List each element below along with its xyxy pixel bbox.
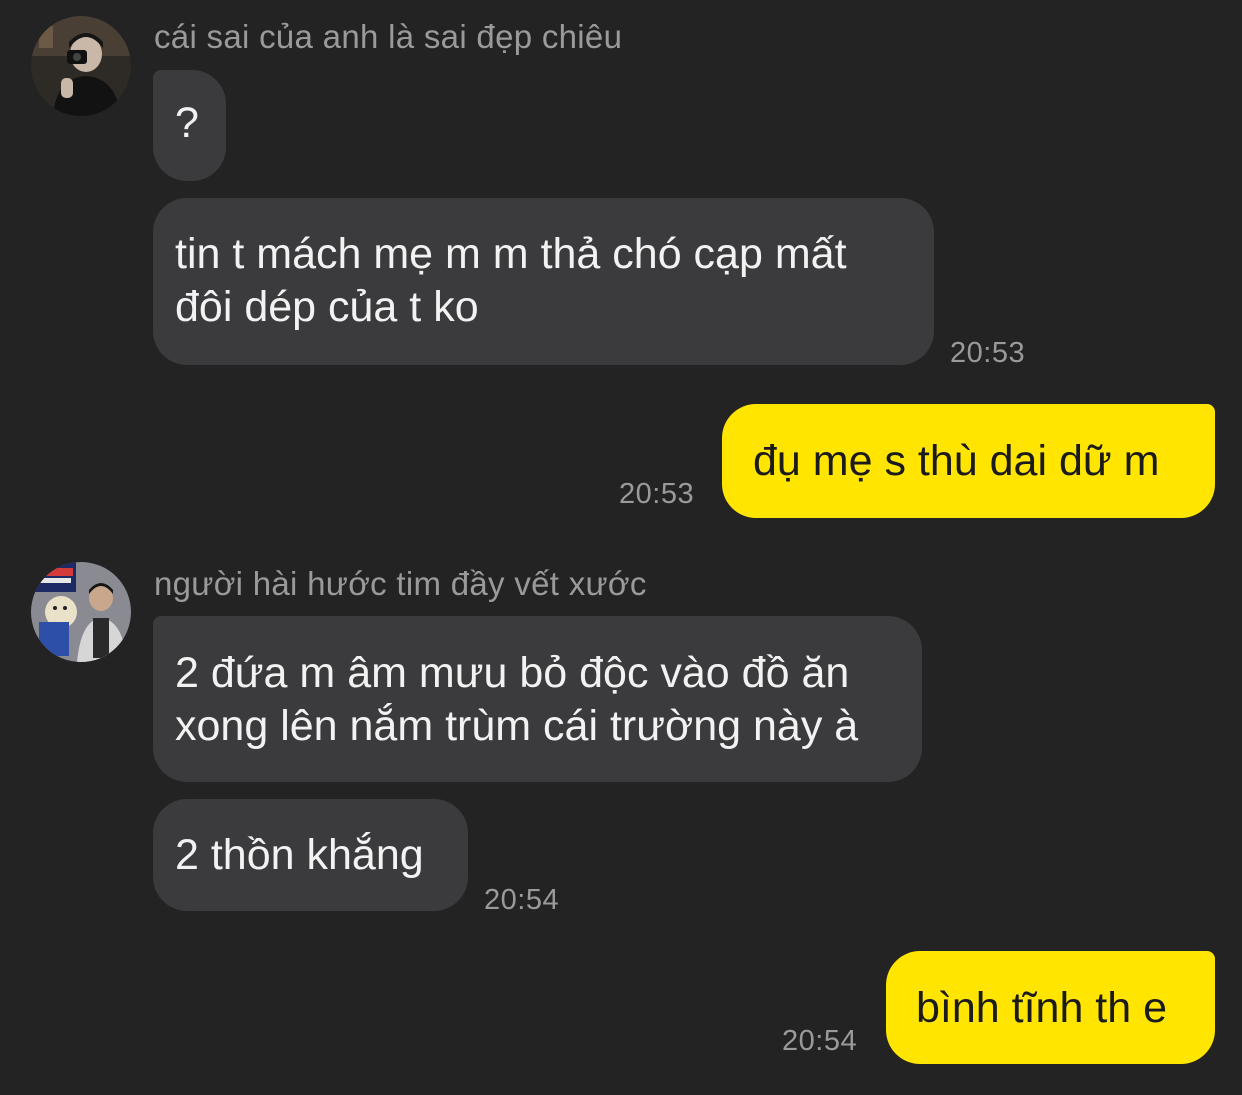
person-with-camera-icon — [31, 16, 131, 116]
outgoing-message-bubble[interactable]: bình tĩnh th e — [886, 951, 1215, 1064]
sender-name-1: cái sai của anh là sai đẹp chiêu — [154, 18, 623, 55]
message-timestamp: 20:53 — [950, 337, 1026, 369]
message-text: tin t mách mẹ m m thả chó cạp mất đôi dé… — [175, 230, 847, 331]
message-text: đụ mẹ s thù dai dữ m — [753, 437, 1160, 485]
message-timestamp: 20:54 — [782, 1025, 858, 1057]
incoming-message-bubble[interactable]: ? — [153, 70, 226, 181]
incoming-message-bubble[interactable]: 2 thồn khắng — [153, 799, 468, 911]
message-text: ? — [175, 99, 199, 147]
message-text: bình tĩnh th e — [916, 984, 1168, 1032]
outgoing-message-bubble[interactable]: đụ mẹ s thù dai dữ m — [722, 404, 1215, 518]
incoming-message-bubble[interactable]: tin t mách mẹ m m thả chó cạp mất đôi dé… — [153, 198, 934, 365]
sender-avatar-1[interactable] — [31, 16, 131, 116]
message-text: 2 đứa m âm mưu bỏ độc vào đồ ăn xong lên… — [175, 649, 859, 750]
sender-avatar-2[interactable] — [31, 562, 131, 662]
message-text: 2 thồn khắng — [175, 831, 424, 879]
message-timestamp: 20:53 — [619, 478, 695, 510]
sender-name-2: người hài hước tim đầy vết xước — [154, 565, 647, 602]
person-with-plush-toy-icon — [31, 562, 131, 662]
incoming-message-bubble[interactable]: 2 đứa m âm mưu bỏ độc vào đồ ăn xong lên… — [153, 616, 922, 782]
message-timestamp: 20:54 — [484, 884, 560, 916]
